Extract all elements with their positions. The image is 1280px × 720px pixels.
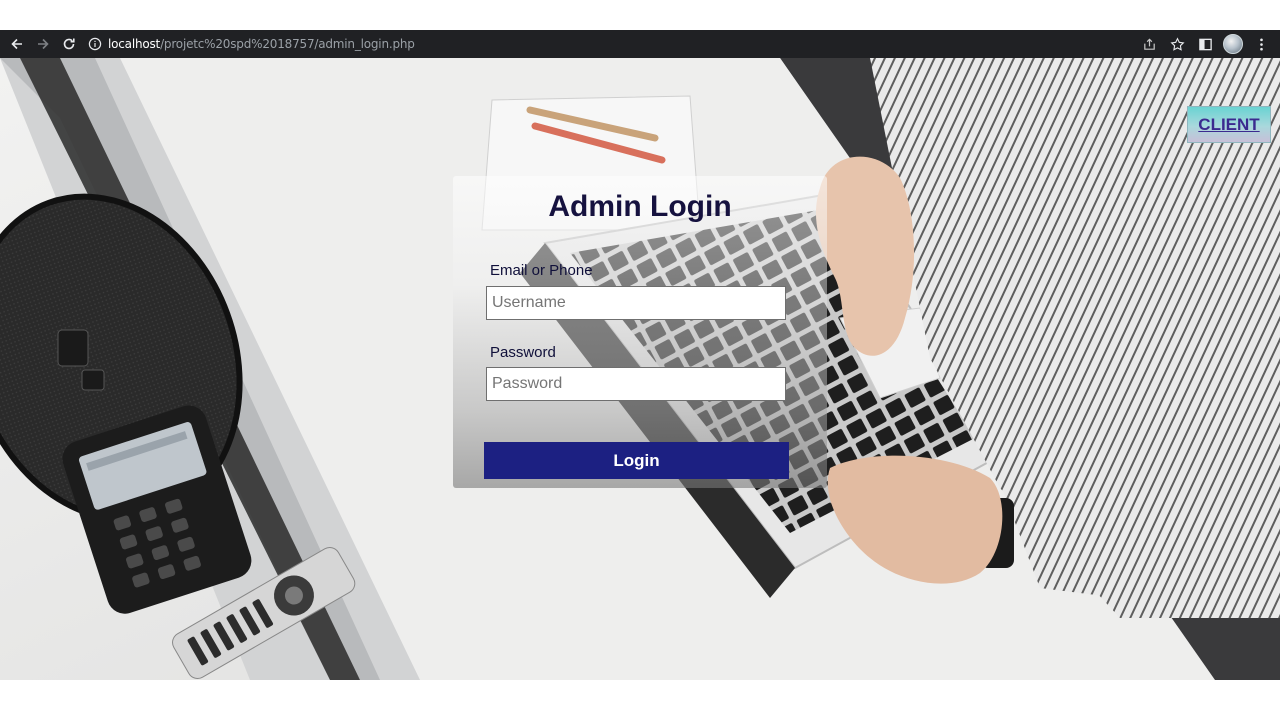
url-text[interactable]: localhost/projetc%20spd%2018757/admin_lo… — [108, 37, 415, 51]
toolbar-actions — [1136, 31, 1274, 57]
login-button[interactable]: Login — [484, 442, 789, 479]
side-panel-icon[interactable] — [1192, 31, 1218, 57]
address-bar[interactable]: localhost/projetc%20spd%2018757/admin_lo… — [88, 32, 1128, 56]
more-menu-icon[interactable] — [1248, 31, 1274, 57]
page-title: Admin Login — [548, 190, 732, 223]
bookmark-star-icon[interactable] — [1164, 31, 1190, 57]
forward-arrow-icon[interactable] — [30, 31, 56, 57]
screen: localhost/projetc%20spd%2018757/admin_lo… — [0, 0, 1280, 720]
username-input[interactable] — [486, 286, 786, 320]
password-input[interactable] — [486, 367, 786, 401]
share-icon[interactable] — [1136, 31, 1162, 57]
browser-toolbar: localhost/projetc%20spd%2018757/admin_lo… — [0, 30, 1280, 58]
reload-icon[interactable] — [56, 31, 82, 57]
email-label: Email or Phone — [490, 262, 593, 279]
login-card: Admin Login Email or Phone Password Logi… — [453, 176, 827, 488]
client-link-button[interactable]: CLIENT — [1187, 106, 1271, 143]
profile-avatar[interactable] — [1220, 31, 1246, 57]
url-path: /projetc%20spd%2018757/admin_login.php — [160, 37, 415, 51]
password-label: Password — [490, 344, 556, 361]
url-host: localhost — [108, 37, 161, 51]
page-viewport: CLIENT Admin Login Email or Phone Passwo… — [0, 58, 1280, 680]
site-info-icon[interactable] — [88, 37, 102, 51]
back-arrow-icon[interactable] — [4, 31, 30, 57]
